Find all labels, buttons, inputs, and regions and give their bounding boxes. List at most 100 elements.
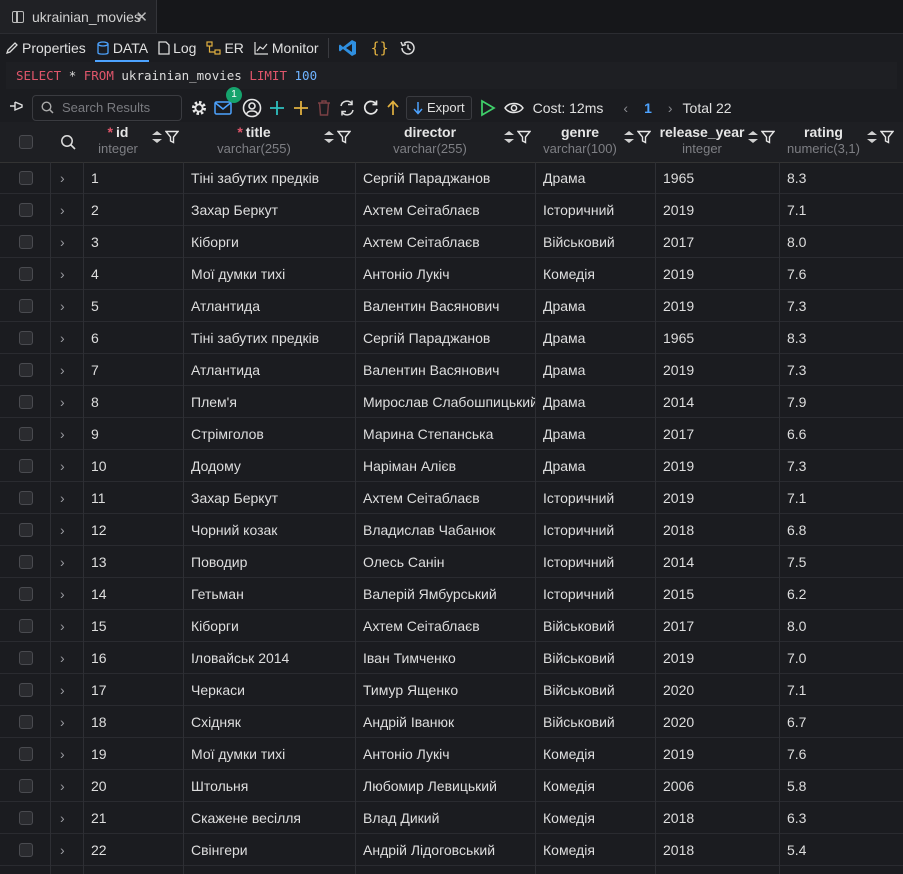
cell-rating[interactable]: 7.3 — [779, 354, 898, 386]
table-row[interactable]: › 7 Атлантида Валентин Васянович Драма 2019 7.… — [0, 354, 903, 386]
cell-director[interactable]: Ахтем Сеітаблаєв — [355, 226, 535, 258]
data-tab[interactable]: DATA — [91, 35, 153, 62]
sort-icon[interactable] — [623, 130, 635, 147]
chevron-right-icon[interactable]: › — [60, 738, 65, 770]
column-header-release-year[interactable]: release_year integer — [655, 122, 779, 162]
search-icon[interactable] — [60, 134, 76, 153]
sort-icon[interactable] — [323, 130, 335, 147]
cell-release-year[interactable]: 2014 — [655, 546, 779, 578]
cell-title[interactable]: Тіні забутих предків — [183, 322, 355, 354]
cell-release-year[interactable]: 2015 — [655, 578, 779, 610]
cell-title[interactable]: Іловайськ 2014 — [183, 642, 355, 674]
cell-genre[interactable]: Драма — [535, 450, 655, 482]
chevron-right-icon[interactable]: › — [60, 834, 65, 866]
cell-id[interactable]: 9 — [83, 418, 183, 450]
pin-icon[interactable] — [9, 99, 29, 116]
cell-genre[interactable]: Військовий — [535, 642, 655, 674]
monitor-tab[interactable]: Monitor — [249, 35, 324, 61]
row-checkbox[interactable] — [19, 203, 33, 217]
cell-release-year[interactable]: 2017 — [655, 418, 779, 450]
cell-genre[interactable]: Історичний — [535, 514, 655, 546]
chevron-right-icon[interactable]: › — [60, 322, 65, 354]
cell-release-year[interactable]: 2020 — [655, 706, 779, 738]
table-row[interactable]: › 18 Східняк Андрій Іванюк Військовий 2020 6.7 — [0, 706, 903, 738]
cell-title[interactable]: Атлантида — [183, 290, 355, 322]
cell-title[interactable]: Захар Беркут — [183, 482, 355, 514]
cell-genre[interactable]: Військовий — [535, 706, 655, 738]
cell-release-year[interactable]: 2019 — [655, 194, 779, 226]
table-row[interactable]: › 14 Гетьман Валерій Ямбурський Історичний 20… — [0, 578, 903, 610]
cell-title[interactable]: Атлантида — [183, 354, 355, 386]
cell-director[interactable]: Олесь Санін — [355, 546, 535, 578]
row-checkbox[interactable] — [19, 747, 33, 761]
properties-tab[interactable]: Properties — [0, 35, 91, 61]
table-row[interactable]: › 19 Мої думки тихі Антоніо Лукіч Комедія 201… — [0, 738, 903, 770]
cell-genre[interactable]: Драма — [535, 354, 655, 386]
row-checkbox[interactable] — [19, 715, 33, 729]
row-checkbox[interactable] — [19, 843, 33, 857]
cell-id[interactable]: 22 — [83, 834, 183, 866]
history-button[interactable] — [394, 35, 425, 61]
cell-rating[interactable]: 8.3 — [779, 322, 898, 354]
cell-genre[interactable]: Комедія — [535, 770, 655, 802]
cell-id[interactable]: 3 — [83, 226, 183, 258]
table-row[interactable]: › 4 Мої думки тихі Антоніо Лукіч Комедія 2019… — [0, 258, 903, 290]
cell-id[interactable]: 18 — [83, 706, 183, 738]
run-button[interactable] — [480, 95, 496, 121]
cell-rating[interactable]: 6.6 — [779, 418, 898, 450]
user-button[interactable] — [242, 95, 262, 121]
chevron-right-icon[interactable]: › — [60, 546, 65, 578]
table-row[interactable]: › 8 Плем'я Мирослав Слабошпицький Драма 2014 7… — [0, 386, 903, 418]
cell-rating[interactable]: 6.3 — [779, 802, 898, 834]
filter-icon[interactable] — [636, 130, 652, 147]
cell-title[interactable]: Плем'я — [183, 386, 355, 418]
cell-rating[interactable]: 7.1 — [779, 482, 898, 514]
cell-genre[interactable]: Драма — [535, 386, 655, 418]
cell-release-year[interactable]: 1965 — [655, 322, 779, 354]
chevron-right-icon[interactable]: › — [60, 418, 65, 450]
current-page[interactable]: 1 — [644, 100, 652, 116]
cell-title[interactable]: Гетьман — [183, 578, 355, 610]
vscode-button[interactable] — [333, 35, 366, 61]
chevron-right-icon[interactable]: › — [60, 578, 65, 610]
sort-icon[interactable] — [747, 130, 759, 147]
cell-title[interactable]: Кіборги — [183, 226, 355, 258]
sort-icon[interactable] — [151, 130, 163, 147]
cell-title[interactable]: Додому — [183, 450, 355, 482]
er-tab[interactable]: ER — [201, 35, 248, 61]
cell-release-year[interactable]: 2019 — [655, 738, 779, 770]
cell-genre[interactable]: Історичний — [535, 578, 655, 610]
table-row[interactable]: › 17 Черкаси Тимур Ященко Військовий 2020 7.1 — [0, 674, 903, 706]
cell-rating[interactable]: 6.7 — [779, 706, 898, 738]
cell-title[interactable]: Кіборги — [183, 610, 355, 642]
chevron-left-icon[interactable]: ‹ — [623, 100, 628, 116]
add-row-button[interactable] — [268, 95, 286, 121]
cell-title[interactable]: Тіні забутих предків — [183, 162, 355, 194]
tab-ukrainian-movies[interactable]: ukrainian_movies ✕ — [0, 0, 157, 33]
row-checkbox[interactable] — [19, 267, 33, 281]
table-row[interactable]: › 11 Захар Беркут Ахтем Сеітаблаєв Історични… — [0, 482, 903, 514]
chevron-right-icon[interactable]: › — [60, 706, 65, 738]
cell-release-year[interactable]: 2019 — [655, 450, 779, 482]
cell-id[interactable]: 21 — [83, 802, 183, 834]
row-checkbox[interactable] — [19, 331, 33, 345]
cell-director[interactable]: Валентин Васянович — [355, 290, 535, 322]
cell-director[interactable]: Сергій Параджанов — [355, 322, 535, 354]
cell-rating[interactable]: 8.3 — [779, 162, 898, 194]
cell-director[interactable]: Андрій Іванюк — [355, 706, 535, 738]
row-checkbox[interactable] — [19, 555, 33, 569]
cell-director[interactable]: Андрій Лідоговський — [355, 834, 535, 866]
chevron-right-icon[interactable]: › — [60, 482, 65, 514]
cell-director[interactable]: Марина Степанська — [355, 418, 535, 450]
sync-button[interactable] — [338, 95, 356, 121]
table-row[interactable]: › 20 Штольня Любомир Левицький Комедія 2006 5.… — [0, 770, 903, 802]
cell-rating[interactable]: 7.1 — [779, 674, 898, 706]
cell-rating[interactable]: 7.6 — [779, 258, 898, 290]
cell-genre[interactable]: Комедія — [535, 258, 655, 290]
cell-genre[interactable]: Драма — [535, 322, 655, 354]
cell-id[interactable]: 19 — [83, 738, 183, 770]
cell-director[interactable]: Ахтем Сеітаблаєв — [355, 610, 535, 642]
table-row[interactable]: › 5 Атлантида Валентин Васянович Драма 2019 7.… — [0, 290, 903, 322]
close-icon[interactable]: ✕ — [135, 8, 148, 26]
filter-icon[interactable] — [760, 130, 776, 147]
